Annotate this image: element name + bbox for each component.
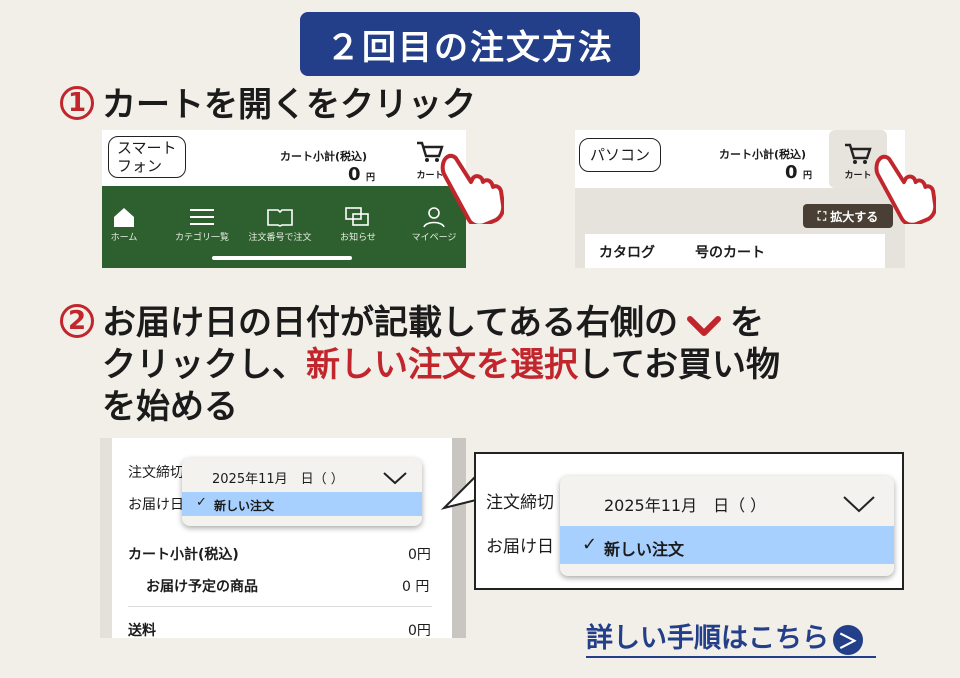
expand-icon: ⛶ bbox=[817, 208, 827, 223]
zoom-deadline-label: 注文締切 bbox=[486, 493, 554, 513]
book-icon bbox=[267, 209, 293, 227]
link-underline bbox=[586, 656, 876, 658]
nav-home[interactable]: ホーム bbox=[102, 204, 159, 243]
pointing-hand-icon bbox=[440, 153, 504, 224]
step1-number: 1 bbox=[60, 85, 94, 120]
order-panel: 注文締切 お届け日 2025年11月 日（ ） ✓ 新しい注文 カート小計(税込… bbox=[100, 438, 466, 638]
new-order-option[interactable]: ✓ 新しい注文 bbox=[182, 492, 422, 516]
list-icon bbox=[190, 209, 214, 225]
scheduled-items-label: お届け予定の商品 bbox=[146, 579, 258, 595]
pc-cart-icon bbox=[845, 143, 872, 164]
cart-subtotal-value: 0 bbox=[348, 164, 361, 185]
yen-label: 円 bbox=[366, 173, 376, 183]
page-title: ２回目の注文方法 bbox=[300, 12, 640, 76]
nav-order-number[interactable]: 注文番号で注文 bbox=[245, 204, 315, 243]
step1-text: カートを開くをクリック bbox=[102, 85, 476, 125]
smartphone-label: スマート フォン bbox=[108, 136, 186, 178]
pc-screenshot: パソコン カート小計(税込) 0 円 カート ⛶ 拡大する カタログ 号のカート bbox=[575, 130, 905, 268]
step2-number: 2 bbox=[60, 303, 94, 338]
home-indicator bbox=[212, 256, 352, 260]
pc-cart-subtotal-value: 0 bbox=[785, 162, 798, 183]
cart-subtotal-row-label: カート小計(税込) bbox=[128, 547, 239, 563]
deadline-label: 注文締切 bbox=[128, 465, 184, 481]
scheduled-items-value: 0 円 bbox=[402, 579, 430, 595]
dropdown-chevron-icon bbox=[383, 472, 407, 485]
catalog-header: カタログ 号のカート bbox=[585, 234, 885, 268]
message-icon bbox=[345, 207, 369, 226]
cart-subtotal-label: カート小計(税込) bbox=[280, 150, 368, 163]
cart-subtotal-row-value: 0円 bbox=[408, 547, 431, 563]
pc-cart-subtotal-label: カート小計(税込) bbox=[719, 148, 807, 161]
home-icon bbox=[114, 208, 134, 227]
step2-heading: 2 お届け日の日付が記載してある右側のを クリックし、新しい注文を選択してお買い物… bbox=[60, 302, 860, 428]
arrow-right-icon: ＞ bbox=[833, 624, 863, 655]
smartphone-screenshot: スマート フォン カート小計(税込) 0 円 カート ホーム カテゴリ一覧 注文番… bbox=[102, 130, 466, 268]
chevron-down-icon bbox=[686, 315, 721, 336]
pointing-hand-icon-pc bbox=[874, 154, 936, 224]
divider bbox=[128, 606, 432, 607]
pc-label: パソコン bbox=[579, 138, 662, 172]
zoomed-dropdown-box: 注文締切 お届け日 2025年11月 日（ ） ✓ 新しい注文 bbox=[474, 452, 904, 590]
details-link[interactable]: 詳しい手順はこちら＞ bbox=[586, 616, 863, 655]
zoom-delivery-label: お届け日 bbox=[486, 537, 554, 557]
zoom-dropdown-chevron-icon bbox=[843, 496, 875, 513]
shipping-label: 送料 bbox=[128, 623, 156, 638]
delivery-label: お届け日 bbox=[128, 497, 184, 513]
zoom-new-order-option[interactable]: ✓ 新しい注文 bbox=[560, 526, 894, 564]
delivery-dropdown[interactable]: 2025年11月 日（ ） ✓ 新しい注文 bbox=[182, 458, 422, 526]
nav-news[interactable]: お知らせ bbox=[323, 204, 393, 243]
shipping-value: 0円 bbox=[408, 623, 431, 638]
zoom-delivery-dropdown[interactable]: 2025年11月 日（ ） ✓ 新しい注文 bbox=[560, 476, 894, 576]
step1-heading: 1 カートを開くをクリック bbox=[60, 84, 476, 126]
bottom-nav: ホーム カテゴリ一覧 注文番号で注文 お知らせ マイページ bbox=[102, 186, 466, 268]
pc-yen-label: 円 bbox=[803, 171, 813, 181]
nav-category[interactable]: カテゴリ一覧 bbox=[167, 204, 237, 243]
